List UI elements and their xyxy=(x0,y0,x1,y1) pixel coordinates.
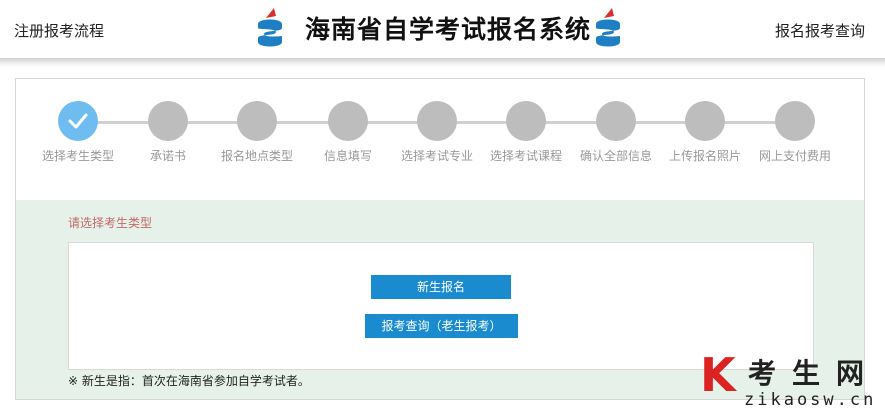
step-circle-active xyxy=(58,101,98,141)
progress-steps: 选择考生类型 承诺书 报名地点类型 信息填写 选择考试专业 选择考试课程 确认全… xyxy=(15,78,865,200)
registration-query-link[interactable]: 报名报考查询 xyxy=(775,20,865,41)
step-label: 选择考试课程 xyxy=(489,149,562,163)
step-circle xyxy=(148,101,188,141)
new-registration-button[interactable]: 新生报名 xyxy=(371,275,511,299)
step-label: 网上支付费用 xyxy=(758,149,831,163)
step-circle xyxy=(237,101,277,141)
step-label: 选择考生类型 xyxy=(41,149,114,163)
new-student-note: ※ 新生是指：首次在海南省参加自学考试者。 xyxy=(68,374,310,388)
watermark-brand: 考生网 xyxy=(748,357,881,390)
step-circle xyxy=(685,101,725,141)
step-3: 报名地点类型 xyxy=(217,101,297,164)
step-6: 选择考试课程 xyxy=(486,101,566,164)
register-process-link[interactable]: 注册报考流程 xyxy=(14,20,104,41)
step-7: 确认全部信息 xyxy=(576,101,656,164)
old-student-query-button[interactable]: 报考查询（老生报考） xyxy=(365,314,518,338)
system-title: 海南省自学考试报名系统 xyxy=(305,15,592,44)
step-label: 上传报名照片 xyxy=(668,149,741,163)
exam-logo-icon xyxy=(258,8,282,47)
select-type-hint: 请选择考生类型 xyxy=(68,216,153,230)
watermark-k-logo: K xyxy=(700,348,736,402)
step-circle xyxy=(417,101,457,141)
step-circle xyxy=(775,101,815,141)
step-circle xyxy=(328,101,368,141)
watermark-url: zikaosw.cn xyxy=(744,390,877,410)
step-circle xyxy=(506,101,546,141)
step-4: 信息填写 xyxy=(308,101,388,164)
check-icon xyxy=(68,113,88,129)
header-divider xyxy=(0,58,885,68)
step-label: 信息填写 xyxy=(323,149,372,163)
step-1: 选择考生类型 xyxy=(38,101,118,164)
step-label: 选择考试专业 xyxy=(400,149,473,163)
step-8: 上传报名照片 xyxy=(665,101,745,164)
step-9: 网上支付费用 xyxy=(755,101,835,164)
watermark: K 考生网 zikaosw.cn xyxy=(700,352,885,414)
step-label: 确认全部信息 xyxy=(579,149,652,163)
header: 注册报考流程 海南省自学考试报名系统 报名报考查询 xyxy=(0,0,885,58)
step-5: 选择考试专业 xyxy=(397,101,477,164)
exam-logo-icon xyxy=(596,8,620,47)
step-label: 报名地点类型 xyxy=(220,149,293,163)
step-circle xyxy=(596,101,636,141)
step-label: 承诺书 xyxy=(149,149,186,163)
step-2: 承诺书 xyxy=(128,101,208,164)
